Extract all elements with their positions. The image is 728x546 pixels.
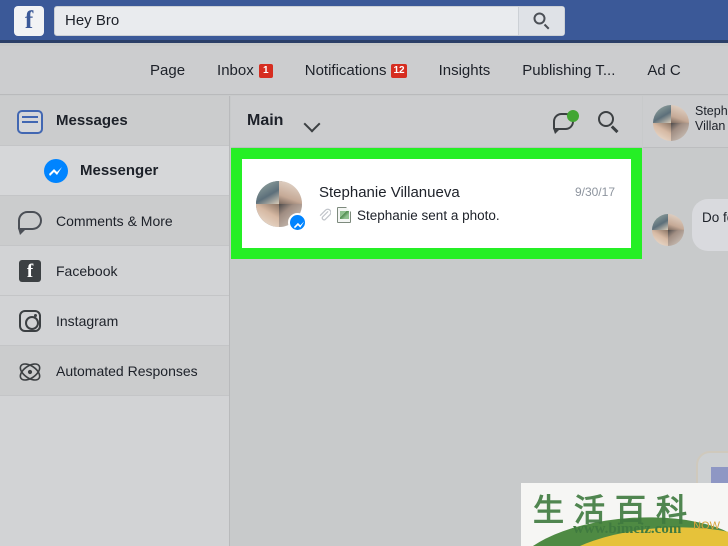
conversation-header: Steph Villan [643, 96, 728, 148]
nav-item-page[interactable]: Page [150, 62, 185, 79]
facebook-logo[interactable]: f [14, 6, 44, 36]
nav-label: Publishing T... [522, 62, 616, 79]
nav-label: Insights [438, 62, 491, 79]
notifications-badge: 12 [391, 63, 407, 78]
inbox-tray-icon [16, 107, 44, 135]
chevron-down-icon[interactable] [306, 118, 322, 127]
avatar [652, 214, 684, 246]
thread-list-panel: Main Stephanie Villanueva 9/30/17 Stepha… [231, 96, 642, 546]
sidebar-item-automated-responses[interactable]: Automated Responses [0, 346, 229, 396]
messenger-icon [42, 157, 70, 185]
sidebar-item-label: Facebook [56, 262, 118, 279]
sidebar-item-label: Instagram [56, 312, 119, 329]
sidebar-item-label: Messages [56, 112, 128, 129]
sidebar-item-instagram[interactable]: Instagram [0, 296, 229, 346]
nav-item-inbox[interactable]: Inbox 1 [217, 62, 273, 79]
search-input[interactable] [65, 7, 505, 35]
paperclip-icon [319, 208, 331, 221]
left-sidebar: Messages Messenger Comments & More f Fac… [0, 96, 230, 546]
messenger-badge-icon [288, 213, 307, 232]
thread-folder-title: Main [247, 112, 284, 129]
sidebar-item-label: Automated Responses [56, 362, 198, 379]
thread-list-header: Main [231, 96, 642, 148]
sidebar-item-label: Comments & More [56, 212, 173, 229]
thread-contact-name: Stephanie Villanueva [319, 184, 460, 201]
atom-icon [16, 357, 44, 385]
sidebar-item-messenger[interactable]: Messenger [0, 146, 229, 196]
conversation-panel: Steph Villan Do for t [643, 96, 728, 546]
facebook-top-bar: f [0, 0, 728, 43]
photo-file-icon [337, 207, 351, 223]
watermark: 生活百科 www.bimeiz.com NOW [521, 483, 728, 546]
highlight-annotation-box: Stephanie Villanueva 9/30/17 Stephanie s… [231, 148, 642, 259]
nav-item-insights[interactable]: Insights [439, 62, 491, 79]
nav-item-publishing-tools[interactable]: Publishing T... [522, 62, 615, 79]
avatar [653, 105, 689, 141]
thread-list-item[interactable]: Stephanie Villanueva 9/30/17 Stephanie s… [242, 159, 631, 248]
facebook-icon: f [16, 257, 44, 285]
thread-snippet-row: Stephanie sent a photo. [318, 207, 500, 223]
watermark-url: www.bimeiz.com [573, 521, 682, 537]
thread-snippet-text: Stephanie sent a photo. [357, 207, 500, 223]
message-bubble: Do for t [692, 199, 728, 251]
sidebar-item-messages[interactable]: Messages [0, 96, 229, 146]
nav-label: Inbox [217, 62, 254, 79]
thread-timestamp: 9/30/17 [574, 185, 615, 199]
search-submit-button[interactable] [518, 7, 564, 35]
search-icon [533, 12, 550, 30]
page-nav-list: Page Inbox 1 Notifications 12 Insights P… [150, 46, 681, 95]
nav-item-notifications[interactable]: Notifications 12 [305, 62, 407, 79]
nav-label: Ad C [647, 62, 681, 79]
nav-label: Notifications [304, 62, 387, 79]
chat-bubble-online-icon[interactable] [553, 110, 579, 134]
nav-label: Page [150, 62, 186, 79]
inbox-badge: 1 [258, 63, 273, 78]
instagram-icon [16, 307, 44, 335]
search-bar[interactable] [54, 6, 565, 36]
page-nav-bar: Page Inbox 1 Notifications 12 Insights P… [0, 46, 728, 95]
watermark-subtext: NOW [693, 520, 720, 532]
sidebar-item-label: Messenger [80, 162, 159, 179]
speech-bubble-icon [16, 207, 44, 235]
search-icon[interactable] [598, 111, 622, 135]
sidebar-item-comments-and-more[interactable]: Comments & More [0, 196, 229, 246]
conversation-contact-name: Steph Villan [695, 104, 728, 133]
sidebar-item-facebook[interactable]: f Facebook [0, 246, 229, 296]
nav-item-ad-center[interactable]: Ad C [647, 62, 680, 79]
